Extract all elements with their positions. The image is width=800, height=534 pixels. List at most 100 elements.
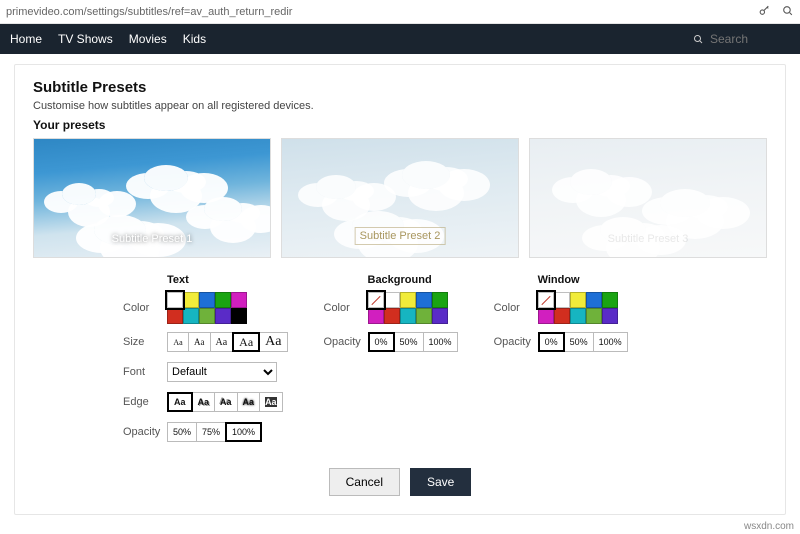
color-swatch[interactable] <box>231 308 247 324</box>
browser-urlbar: primevideo.com/settings/subtitles/ref=av… <box>0 0 800 24</box>
opacity-option[interactable]: 100% <box>423 332 458 352</box>
text-size-label: Size <box>123 336 167 348</box>
text-size-option[interactable]: Aa <box>210 332 234 352</box>
opacity-option[interactable]: 100% <box>225 422 262 442</box>
text-size-option[interactable]: Aa <box>188 332 211 352</box>
text-edge-options: AaAaAaAaAa <box>167 392 283 412</box>
text-color-swatches <box>167 292 247 324</box>
search-input[interactable] <box>710 32 790 46</box>
nav-home[interactable]: Home <box>10 32 42 46</box>
window-color-label: Color <box>494 302 538 314</box>
text-edge-label: Edge <box>123 396 167 408</box>
text-font-label: Font <box>123 366 167 378</box>
color-swatch[interactable] <box>432 292 448 308</box>
color-swatch[interactable] <box>215 292 231 308</box>
color-swatch-none[interactable] <box>538 292 554 308</box>
color-swatch[interactable] <box>183 308 199 324</box>
search-icon[interactable] <box>781 4 794 20</box>
color-swatch[interactable] <box>554 292 570 308</box>
your-presets-heading: Your presets <box>33 118 767 132</box>
text-edge-option-none[interactable]: Aa <box>167 392 193 412</box>
color-swatch[interactable] <box>368 308 384 324</box>
opacity-option[interactable]: 0% <box>368 332 395 352</box>
background-color-swatches <box>368 292 448 324</box>
page-title: Subtitle Presets <box>33 79 767 96</box>
subtitle-presets-card: Subtitle Presets Customise how subtitles… <box>14 64 786 515</box>
opacity-option[interactable]: 50% <box>167 422 197 442</box>
text-edge-option-drop[interactable]: Aa <box>259 392 283 412</box>
text-font-select[interactable]: Default <box>167 362 277 382</box>
window-column: Window Color Opacity 0%50%100% <box>494 274 628 450</box>
text-size-option[interactable]: Aa <box>167 332 189 352</box>
nav-search[interactable] <box>692 32 790 46</box>
color-swatch[interactable] <box>554 308 570 324</box>
color-swatch-none[interactable] <box>368 292 384 308</box>
nav-kids[interactable]: Kids <box>183 32 206 46</box>
page-url: primevideo.com/settings/subtitles/ref=av… <box>6 6 292 18</box>
opacity-option[interactable]: 0% <box>538 332 565 352</box>
action-buttons: Cancel Save <box>33 468 767 496</box>
color-swatch[interactable] <box>602 308 618 324</box>
color-swatch[interactable] <box>416 292 432 308</box>
text-size-options: AaAaAaAaAa <box>167 332 288 352</box>
color-swatch[interactable] <box>384 308 400 324</box>
text-color-label: Color <box>123 302 167 314</box>
color-swatch[interactable] <box>231 292 247 308</box>
preset-3[interactable]: Subtitle Preset 3 <box>529 138 767 258</box>
color-swatch[interactable] <box>538 308 554 324</box>
opacity-option[interactable]: 100% <box>593 332 628 352</box>
cancel-button[interactable]: Cancel <box>329 468 400 496</box>
color-swatch[interactable] <box>570 292 586 308</box>
color-swatch[interactable] <box>199 308 215 324</box>
color-swatch[interactable] <box>602 292 618 308</box>
text-edge-option-uniform[interactable]: Aa <box>237 392 261 412</box>
window-color-swatches <box>538 292 618 324</box>
text-opacity-label: Opacity <box>123 426 167 438</box>
preset-1[interactable]: Subtitle Preset 1 <box>33 138 271 258</box>
background-column: Background Color Opacity 0%50%100% <box>324 274 458 450</box>
controls: Text Color Size AaAaAaAaAa Font Default … <box>33 274 767 450</box>
opacity-option[interactable]: 50% <box>564 332 594 352</box>
nav-movies[interactable]: Movies <box>129 32 167 46</box>
save-button[interactable]: Save <box>410 468 471 496</box>
page-description: Customise how subtitles appear on all re… <box>33 100 767 112</box>
nav-tvshows[interactable]: TV Shows <box>58 32 113 46</box>
background-opacity-label: Opacity <box>324 336 368 348</box>
preset-1-label: Subtitle Preset 1 <box>112 233 193 245</box>
text-opacity-options: 50%75%100% <box>167 422 262 442</box>
color-swatch[interactable] <box>215 308 231 324</box>
opacity-option[interactable]: 50% <box>394 332 424 352</box>
opacity-option[interactable]: 75% <box>196 422 226 442</box>
text-size-option[interactable]: Aa <box>259 332 287 352</box>
background-opacity-options: 0%50%100% <box>368 332 458 352</box>
text-column: Text Color Size AaAaAaAaAa Font Default … <box>123 274 288 450</box>
color-swatch[interactable] <box>384 292 400 308</box>
color-swatch[interactable] <box>400 292 416 308</box>
preset-2-label: Subtitle Preset 2 <box>355 227 446 245</box>
text-edge-option-depressed[interactable]: Aa <box>214 392 238 412</box>
text-edge-option-raised[interactable]: Aa <box>192 392 216 412</box>
color-swatch[interactable] <box>400 308 416 324</box>
background-color-label: Color <box>324 302 368 314</box>
color-swatch[interactable] <box>416 308 432 324</box>
preset-3-label: Subtitle Preset 3 <box>608 233 689 245</box>
search-icon <box>692 33 704 45</box>
color-swatch[interactable] <box>586 292 602 308</box>
color-swatch[interactable] <box>586 308 602 324</box>
color-swatch[interactable] <box>570 308 586 324</box>
color-swatch[interactable] <box>167 308 183 324</box>
window-opacity-options: 0%50%100% <box>538 332 628 352</box>
color-swatch[interactable] <box>199 292 215 308</box>
color-swatch[interactable] <box>167 292 183 308</box>
text-heading: Text <box>167 274 288 286</box>
background-heading: Background <box>368 274 458 286</box>
color-swatch[interactable] <box>183 292 199 308</box>
main-nav: Home TV Shows Movies Kids <box>0 24 800 54</box>
text-size-option[interactable]: Aa <box>232 332 260 352</box>
preset-list: Subtitle Preset 1 Subtitle Preset 2 Subt… <box>33 138 767 258</box>
preset-2[interactable]: Subtitle Preset 2 <box>281 138 519 258</box>
key-icon[interactable] <box>758 4 771 20</box>
window-opacity-label: Opacity <box>494 336 538 348</box>
color-swatch[interactable] <box>432 308 448 324</box>
window-heading: Window <box>538 274 628 286</box>
